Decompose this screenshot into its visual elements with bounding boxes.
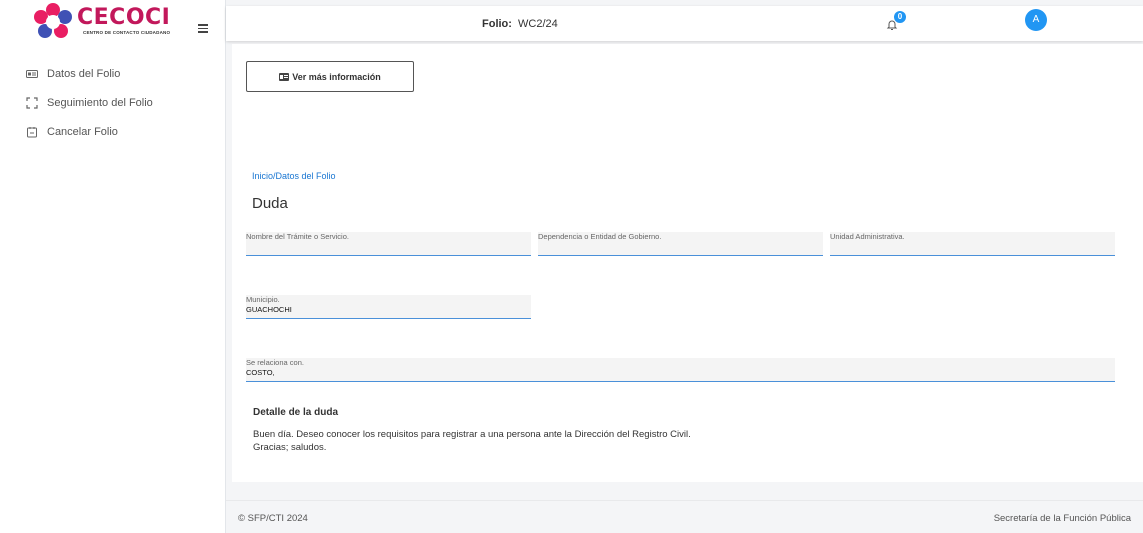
sidebar: CECOCI CENTRO DE CONTACTO CIUDADANO Dato…: [0, 0, 226, 533]
folio-display: Folio: WC2/24: [482, 18, 558, 30]
folio-label: Folio:: [482, 18, 512, 30]
notification-badge: 0: [894, 11, 906, 23]
footer: © SFP/CTI 2024 Secretaría de la Función …: [226, 500, 1143, 533]
se-relaciona-label: Se relaciona con.: [246, 358, 304, 367]
footer-organization: Secretaría de la Función Pública: [993, 513, 1131, 524]
topbar: Folio: WC2/24 0 A: [226, 6, 1143, 41]
sidebar-item-seguimiento[interactable]: Seguimiento del Folio: [0, 88, 225, 117]
menu-toggle-icon[interactable]: [198, 24, 208, 35]
unidad-field[interactable]: Unidad Administrativa.: [830, 232, 1115, 256]
main-content: Ver más información Inicio/Datos del Fol…: [232, 44, 1143, 482]
municipio-value: GUACHOCHI: [246, 305, 292, 314]
sidebar-item-label: Cancelar Folio: [47, 125, 118, 138]
id-card-icon: [279, 72, 290, 81]
se-relaciona-value: COSTO,: [246, 368, 275, 377]
ver-mas-informacion-label: Ver más información: [292, 71, 381, 82]
brand-subtitle: CENTRO DE CONTACTO CIUDADANO: [83, 29, 171, 35]
id-card-icon: [26, 68, 38, 80]
dependencia-label: Dependencia o Entidad de Gobierno.: [538, 232, 662, 241]
cecoci-logo-icon: [33, 2, 73, 39]
detalle-heading: Detalle de la duda: [253, 407, 339, 418]
tramite-label: Nombre del Trámite o Servicio.: [246, 232, 349, 241]
se-relaciona-field[interactable]: Se relaciona con. COSTO,: [246, 358, 1115, 382]
sidebar-item-cancelar[interactable]: Cancelar Folio: [0, 117, 225, 146]
sidebar-item-datos-folio[interactable]: Datos del Folio: [0, 59, 225, 88]
brand: CECOCI CENTRO DE CONTACTO CIUDADANO: [0, 0, 225, 41]
calendar-cancel-icon: [26, 126, 38, 138]
municipio-field[interactable]: Municipio. GUACHOCHI: [246, 295, 531, 319]
brand-name: CECOCI: [77, 4, 171, 30]
tramite-field[interactable]: Nombre del Trámite o Servicio.: [246, 232, 531, 256]
dependencia-field[interactable]: Dependencia o Entidad de Gobierno.: [538, 232, 823, 256]
sidebar-item-label: Seguimiento del Folio: [47, 96, 153, 109]
page-title: Duda: [252, 195, 288, 212]
detalle-text: Buen día. Deseo conocer los requisitos p…: [253, 429, 691, 453]
side-nav: Datos del Folio Seguimiento del Folio Ca…: [0, 59, 225, 146]
unidad-label: Unidad Administrativa.: [830, 232, 905, 241]
sidebar-item-label: Datos del Folio: [47, 67, 121, 80]
ver-mas-informacion-button[interactable]: Ver más información: [246, 61, 414, 92]
footer-copyright: © SFP/CTI 2024: [238, 513, 308, 524]
municipio-label: Municipio.: [246, 295, 280, 304]
expand-arrows-icon: [26, 96, 38, 109]
breadcrumb[interactable]: Inicio/Datos del Folio: [252, 171, 336, 181]
logo-text: CECOCI CENTRO DE CONTACTO CIUDADANO: [77, 4, 171, 35]
avatar[interactable]: A: [1025, 9, 1047, 31]
folio-value: WC2/24: [518, 18, 558, 30]
